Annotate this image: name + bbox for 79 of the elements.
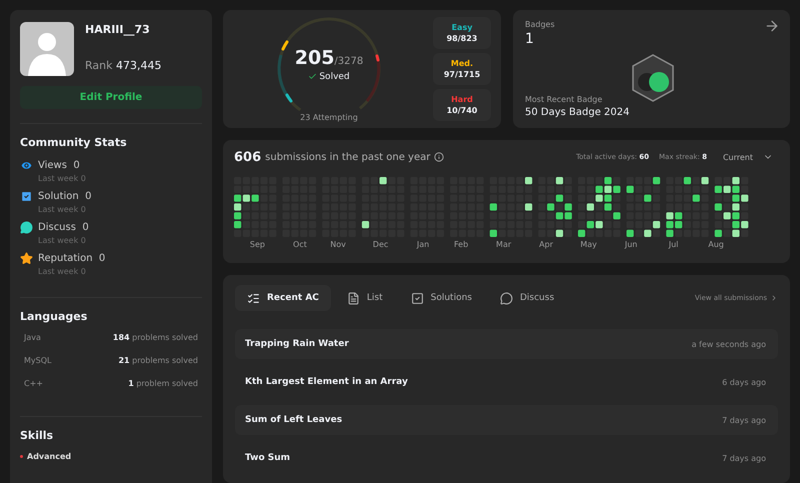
- tab[interactable]: List: [334, 285, 395, 311]
- language-name: Java: [24, 333, 41, 342]
- tab[interactable]: Solutions: [398, 285, 484, 311]
- submission-row[interactable]: Two Sum 7 days ago: [235, 443, 778, 473]
- section-title: Skills: [20, 429, 54, 442]
- badge-icon: [631, 54, 675, 102]
- submission-row[interactable]: Kth Largest Element in an Array 6 days ago: [235, 367, 778, 397]
- stat-label: Discuss 0: [38, 222, 89, 233]
- month-label: Mar: [495, 240, 512, 249]
- difficulty-count: 97/1715: [444, 70, 480, 79]
- stat-subtext: Last week 0: [38, 205, 87, 214]
- tab[interactable]: Recent AC: [235, 285, 331, 311]
- recent-badge-label: Most Recent Badge: [525, 94, 604, 104]
- language-count: 1 problem solved: [128, 379, 198, 388]
- problem-title: Two Sum: [245, 453, 290, 463]
- document-icon: [346, 292, 360, 304]
- check-square-icon: [410, 292, 424, 304]
- difficulty-label: Easy: [452, 22, 472, 32]
- month-label: Feb: [453, 240, 470, 249]
- skill-label: Advanced: [27, 452, 72, 461]
- username: HARIII__73: [85, 23, 151, 36]
- avatar: [20, 22, 74, 76]
- month-label: Jun: [624, 240, 638, 249]
- badge-count: 1: [525, 31, 535, 47]
- month-label: Aug: [707, 240, 725, 249]
- submission-time: 7 days ago: [722, 454, 766, 462]
- language-name: C++: [24, 379, 43, 388]
- stat-label: Views 0: [38, 160, 80, 171]
- submission-row[interactable]: Trapping Rain Water a few seconds ago: [235, 329, 778, 359]
- chevron-right-icon: [770, 294, 778, 302]
- submission-count: 606: [234, 150, 262, 165]
- badges-title: Badges: [525, 20, 556, 29]
- stat-subtext: Last week 0: [38, 267, 87, 276]
- month-label: Jan: [416, 240, 430, 249]
- stat-label: Reputation 0: [38, 253, 106, 264]
- stat-subtext: Last week 0: [38, 236, 87, 245]
- heatmap-title: submissions in the past one year: [265, 152, 430, 163]
- stat-subtext: Last week 0: [38, 174, 87, 183]
- eye-icon: [20, 159, 33, 172]
- submission-row[interactable]: Sum of Left Leaves 7 days ago: [235, 405, 778, 435]
- month-label: May: [579, 240, 598, 249]
- attempting-count: 23 Attempting: [299, 112, 359, 122]
- problem-title: Sum of Left Leaves: [245, 415, 342, 425]
- month-label: Nov: [329, 240, 347, 249]
- month-label: Apr: [538, 240, 554, 249]
- checklist-icon: [247, 292, 260, 304]
- edit-profile-button[interactable]: Edit Profile: [20, 86, 202, 109]
- solved-label: Solved: [308, 72, 350, 82]
- month-label: Sep: [248, 240, 266, 249]
- chat-icon: [20, 221, 33, 234]
- period-dropdown[interactable]: Current: [716, 152, 779, 162]
- problem-title: Kth Largest Element in an Array: [245, 377, 408, 387]
- month-label: Dec: [372, 240, 390, 249]
- submission-time: a few seconds ago: [692, 340, 766, 348]
- solved-count: 205/3278: [294, 46, 364, 69]
- recent-badge-name: 50 Days Badge 2024: [525, 106, 631, 118]
- check-square-icon: [20, 190, 33, 203]
- tab[interactable]: Discuss: [488, 285, 566, 311]
- language-count: 184 problems solved: [112, 333, 198, 342]
- star-icon: [20, 252, 33, 265]
- arrow-right-icon[interactable]: [764, 18, 780, 34]
- difficulty-label: Hard: [451, 94, 473, 104]
- difficulty-count: 98/823: [446, 34, 478, 43]
- month-label: Oct: [292, 240, 308, 249]
- language-name: MySQL: [24, 356, 52, 365]
- check-icon: [308, 72, 318, 82]
- submission-time: 6 days ago: [722, 378, 766, 386]
- problem-title: Trapping Rain Water: [245, 339, 349, 349]
- info-icon: [434, 152, 444, 162]
- section-title: Community Stats: [20, 136, 128, 149]
- stat-label: Solution 0: [38, 191, 92, 202]
- difficulty-count: 10/740: [446, 106, 478, 115]
- section-title: Languages: [20, 310, 88, 323]
- rank: Rank 473,445: [85, 59, 162, 72]
- month-label: Jul: [667, 240, 680, 249]
- chat-icon: [500, 292, 513, 304]
- difficulty-label: Med.: [450, 58, 474, 68]
- language-count: 21 problems solved: [118, 356, 198, 365]
- submission-time: 7 days ago: [722, 416, 766, 424]
